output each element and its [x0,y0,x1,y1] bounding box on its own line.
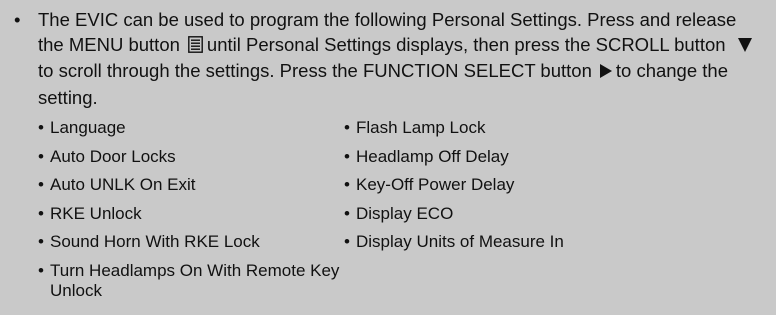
bullet-dot: • [38,118,44,137]
setting-label: Headlamp Off Delay [356,146,509,166]
setting-label: Sound Horn With RKE Lock [50,232,260,251]
list-item: • Display ECO [344,204,704,224]
setting-label: Key-Off Power Delay [356,175,515,194]
setting-label: Auto Door Locks [50,146,176,166]
settings-column-right: • Flash Lamp Lock • Headlamp Off Delay • Ke… [344,118,704,309]
settings-list: • Language • Auto Door Locks • Auto UNLK On… [10,118,766,309]
down-triangle-icon [737,35,752,60]
intro-text-2: until Personal Settings displays, then p… [206,33,726,55]
bullet-dot: • [38,146,44,166]
bullet-dot: • [344,118,350,137]
bullet-dot: • [14,9,21,30]
list-item: • Display Units of Measure In [344,232,704,252]
list-item: • Flash Lamp Lock [344,118,704,138]
setting-label: Display Units of Measure In [356,232,564,251]
setting-label: Flash Lamp Lock [356,118,486,137]
bullet-dot: • [344,146,350,166]
bullet-dot: • [38,175,44,194]
setting-label: Language [50,118,126,137]
bullet-dot: • [344,175,350,194]
settings-column-left: • Language • Auto Door Locks • Auto UNLK On… [38,118,344,309]
list-item: • Sound Horn With RKE Lock [38,232,344,252]
bullet-dot: • [38,203,44,223]
setting-label: Turn Headlamps On With Remote Key Unlock [50,260,340,300]
list-item: • Auto Door Locks [38,147,344,167]
manual-page: • The EVIC can be used to program the fo… [0,0,776,315]
bullet-dot: • [344,203,350,223]
setting-label: RKE Unlock [50,203,142,223]
list-item: • Key-Off Power Delay [344,175,704,195]
list-item: • Turn Headlamps On With Remote Key Unloc… [38,261,344,301]
bullet-dot: • [38,260,44,280]
bullet-dot: • [38,232,44,251]
setting-label: Auto UNLK On Exit [50,175,196,194]
setting-label: Display ECO [356,203,454,223]
menu-button-icon [188,35,203,60]
personal-settings-paragraph: • The EVIC can be used to program the fo… [10,8,766,110]
list-item: • Language [38,118,344,138]
list-item: • Headlamp Off Delay [344,147,704,167]
bullet-dot: • [344,232,350,251]
right-triangle-icon [599,61,612,86]
list-item: • Auto UNLK On Exit [38,175,344,195]
list-item: • RKE Unlock [38,204,344,224]
intro-text-3: to scroll through the settings. Press th… [38,60,592,81]
